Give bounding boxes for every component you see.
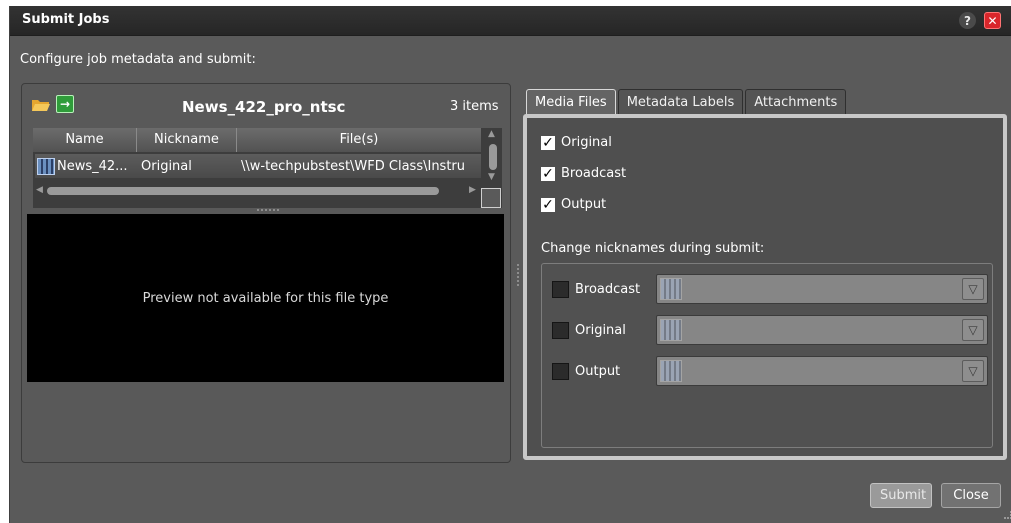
checkbox-broadcast[interactable]: ✓	[541, 166, 555, 181]
item-count: 3 items	[450, 99, 499, 114]
chevron-down-icon[interactable]: ▽	[962, 319, 984, 341]
horizontal-scroll-thumb[interactable]	[47, 187, 439, 195]
tab-media-files[interactable]: Media Files	[526, 89, 616, 116]
tab-metadata-labels[interactable]: Metadata Labels	[617, 89, 744, 116]
scroll-up-icon[interactable]: ▲	[488, 129, 495, 139]
close-button[interactable]: Close	[941, 483, 1001, 508]
nickname-checkbox-broadcast[interactable]	[552, 280, 569, 298]
vertical-scroll-thumb[interactable]	[489, 144, 497, 170]
folder-open-icon[interactable]	[31, 98, 51, 112]
nickname-row-broadcast: Broadcast ▽	[552, 274, 992, 304]
table-header: Name Nickname File(s)	[33, 128, 481, 152]
checkbox-broadcast-row[interactable]: ✓ Broadcast	[541, 166, 626, 181]
close-icon[interactable]: ✕	[984, 12, 1001, 29]
horizontal-scrollbar[interactable]: ◀ ▶	[33, 182, 484, 200]
submit-button[interactable]: Submit	[870, 483, 932, 508]
preview-area: Preview not available for this file type	[27, 214, 504, 382]
tab-strip: Media Files Metadata Labels Attachments	[526, 89, 848, 116]
scroll-left-icon[interactable]: ◀	[36, 185, 43, 195]
scroll-down-icon[interactable]: ▼	[488, 172, 495, 182]
nickname-group: Broadcast ▽ Original ▽ Output ▽	[541, 263, 993, 448]
nickname-label-broadcast: Broadcast	[575, 281, 641, 297]
checkbox-output-row[interactable]: ✓ Output	[541, 197, 606, 212]
scrollbar-corner	[481, 188, 501, 208]
nickname-select-original[interactable]: ▽	[656, 315, 988, 345]
checkbox-broadcast-label: Broadcast	[561, 166, 627, 181]
table-row[interactable]: News_42... Original \\w-techpubstest\WFD…	[35, 154, 481, 178]
cell-files: \\w-techpubstest\WFD Class\Instru	[241, 158, 466, 174]
chevron-down-icon[interactable]: ▽	[962, 360, 984, 382]
checkbox-original-label: Original	[561, 135, 612, 150]
instructions-text: Configure job metadata and submit:	[20, 52, 256, 67]
import-arrow-icon[interactable]: →	[56, 95, 74, 113]
vertical-splitter-handle[interactable]	[517, 264, 519, 286]
checkbox-output-label: Output	[561, 197, 607, 212]
nickname-checkbox-original[interactable]	[552, 321, 569, 339]
checkbox-original-row[interactable]: ✓ Original	[541, 135, 612, 150]
preview-message: Preview not available for this file type	[142, 290, 389, 306]
column-header-nickname[interactable]: Nickname	[137, 128, 237, 152]
chevron-down-icon[interactable]: ▽	[962, 278, 984, 300]
tab-attachments[interactable]: Attachments	[745, 89, 847, 116]
title-bar: Submit Jobs ? ✕	[10, 6, 1011, 36]
film-strip-icon	[660, 278, 682, 300]
nickname-section-label: Change nicknames during submit:	[541, 241, 765, 256]
film-strip-icon	[37, 157, 55, 175]
nickname-label-output: Output	[575, 363, 621, 379]
asset-table: Name Nickname File(s) News_42... Origina…	[33, 128, 502, 208]
media-files-panel: ✓ Original ✓ Broadcast ✓ Output Change n…	[523, 114, 1007, 460]
nickname-row-output: Output ▽	[552, 356, 992, 386]
nickname-checkbox-output[interactable]	[552, 362, 569, 380]
nickname-label-original: Original	[575, 322, 626, 338]
column-header-name[interactable]: Name	[33, 128, 137, 152]
resize-grip[interactable]	[1004, 511, 1011, 519]
checkbox-original[interactable]: ✓	[541, 135, 555, 150]
checkbox-output[interactable]: ✓	[541, 197, 555, 212]
scroll-right-icon[interactable]: ▶	[469, 185, 476, 195]
help-icon[interactable]: ?	[959, 12, 976, 29]
film-strip-icon	[660, 319, 682, 341]
asset-panel-header: → News_422_pro_ntsc 3 items	[22, 84, 510, 124]
asset-panel: → News_422_pro_ntsc 3 items Name Nicknam…	[21, 83, 511, 463]
horizontal-splitter-handle[interactable]	[257, 209, 279, 212]
submit-jobs-dialog: Submit Jobs ? ✕ Configure job metadata a…	[9, 6, 1011, 523]
bin-name: News_422_pro_ntsc	[182, 98, 346, 116]
column-header-files[interactable]: File(s)	[237, 128, 481, 152]
film-strip-icon	[660, 360, 682, 382]
nickname-select-output[interactable]: ▽	[656, 356, 988, 386]
cell-nickname: Original	[141, 158, 192, 174]
nickname-row-original: Original ▽	[552, 315, 992, 345]
cell-name: News_42...	[57, 158, 128, 174]
dialog-title: Submit Jobs	[22, 12, 110, 27]
nickname-select-broadcast[interactable]: ▽	[656, 274, 988, 304]
